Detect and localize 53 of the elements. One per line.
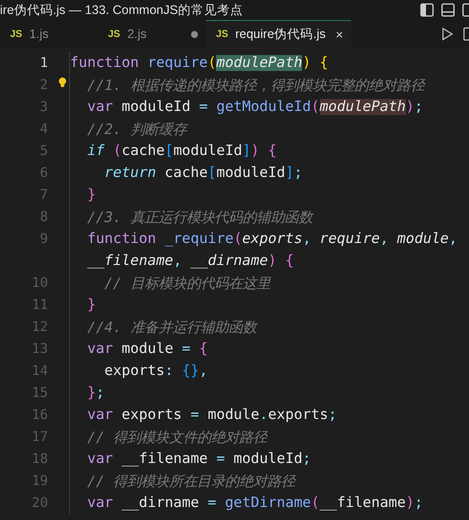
- line-number: 18: [30, 451, 48, 467]
- run-icon[interactable]: [441, 27, 453, 41]
- code-line: }: [86, 187, 96, 203]
- code-line: }: [86, 297, 96, 313]
- editor-tab[interactable]: JS require伪代码.js ×: [206, 20, 352, 48]
- editor-tab[interactable]: JS 2.js: [98, 20, 206, 48]
- line-number: 20: [30, 495, 48, 511]
- line-number: 19: [30, 473, 48, 489]
- code-line: // 得到模块文件的绝对路径: [86, 428, 268, 446]
- panel-layout-icon[interactable]: [441, 3, 455, 17]
- split-editor-icon[interactable]: [463, 27, 469, 41]
- window-title: ire伪代码.js — 133. CommonJS的常见考点: [0, 2, 243, 18]
- line-number: 1: [38, 55, 48, 71]
- sidebar-layout-icon[interactable]: [420, 3, 434, 17]
- code-line: var module = {: [86, 341, 208, 357]
- line-number: 9: [38, 231, 48, 247]
- lightbulb-icon[interactable]: [58, 77, 67, 88]
- code-line: var moduleId = getModuleId(modulePath);: [86, 99, 423, 115]
- line-number: 8: [38, 209, 48, 225]
- code-line: // 目标模块的代码在这里: [103, 274, 270, 292]
- code-line: //3. 真正运行模块代码的辅助函数: [86, 208, 312, 226]
- line-number: 17: [30, 429, 48, 445]
- code-line: };: [86, 385, 104, 401]
- code-line: //1. 根据传递的模块路径，得到模块完整的绝对路径: [86, 76, 424, 94]
- line-number: 2: [38, 77, 48, 93]
- line-number: 5: [38, 143, 48, 159]
- close-tab-icon[interactable]: ×: [336, 27, 344, 42]
- code-line: if (cache[moduleId]) {: [86, 143, 277, 159]
- line-number: 11: [30, 297, 48, 313]
- line-number: 4: [38, 121, 48, 137]
- code-line: exports: {},: [103, 363, 208, 379]
- code-line: var exports = module.exports;: [86, 407, 337, 423]
- line-number: 12: [30, 319, 48, 335]
- line-number: 14: [30, 363, 48, 379]
- code-line: // 得到模块所在目录的绝对路径: [86, 472, 296, 490]
- editor-tab[interactable]: JS 1.js: [0, 20, 98, 48]
- line-number: 16: [30, 407, 48, 423]
- line-number: 13: [30, 341, 48, 357]
- code-line: //4. 准备并运行辅助函数: [86, 318, 256, 336]
- line-number: 7: [38, 187, 48, 203]
- code-line: __filename, __dirname) {: [86, 253, 294, 269]
- code-line: function _require(exports, require, module,: [86, 231, 458, 247]
- line-number: 15: [30, 385, 48, 401]
- line-number: 3: [38, 99, 48, 115]
- line-number: 10: [30, 275, 48, 291]
- layout-icon[interactable]: [462, 3, 469, 17]
- line-number: 6: [38, 165, 48, 181]
- code-line: //2. 判断缓存: [86, 120, 186, 138]
- unsaved-dot-icon: [191, 30, 198, 38]
- code-line: var __filename = moduleId;: [86, 451, 312, 467]
- code-line: return cache[moduleId];: [103, 165, 302, 181]
- code-line: function require(modulePath) {: [70, 55, 328, 71]
- code-line: var __dirname = getDirname(__filename);: [86, 495, 423, 511]
